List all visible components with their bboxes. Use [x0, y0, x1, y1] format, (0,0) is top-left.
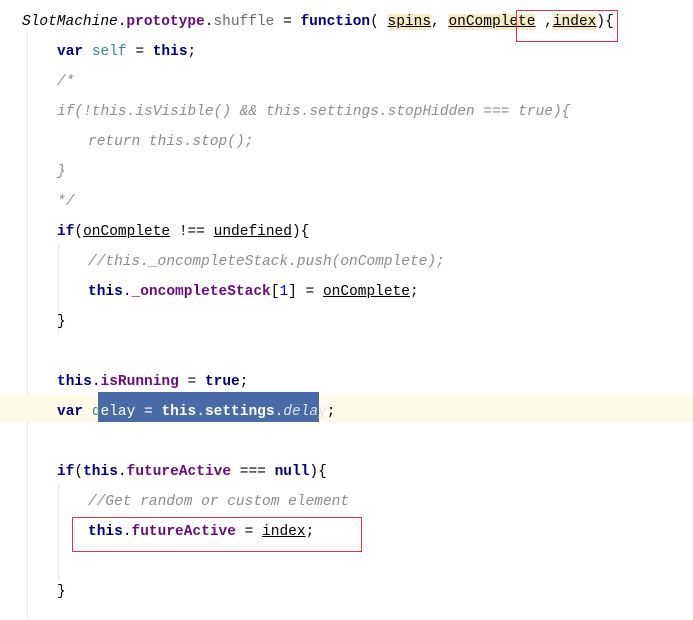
- code-token: ===: [231, 464, 275, 480]
- code-token: //this._oncompleteStack.push(onComplete)…: [88, 254, 445, 270]
- code-token: ] =: [288, 284, 323, 300]
- code-token: this: [152, 44, 188, 60]
- code-token: if: [57, 464, 75, 480]
- code-token: _oncompleteStack: [131, 284, 271, 300]
- code-token: ){: [291, 224, 310, 240]
- code-token: !==: [170, 224, 214, 240]
- code-line[interactable]: /*: [57, 71, 74, 93]
- code-token: ;: [187, 44, 197, 60]
- code-line[interactable]: if(onComplete !== undefined){: [57, 221, 309, 243]
- code-token: ,: [431, 14, 449, 30]
- code-token: .: [91, 374, 101, 390]
- code-token: this: [88, 284, 123, 300]
- code-line[interactable]: this.isRunning = true;: [57, 371, 248, 393]
- code-token: .: [274, 404, 284, 420]
- code-token: (: [74, 224, 84, 240]
- code-token: 1: [279, 284, 289, 300]
- code-line[interactable]: //Get random or custom element: [88, 491, 349, 513]
- code-token: null: [274, 464, 310, 480]
- indent-guide: [27, 32, 28, 620]
- code-token: settings: [204, 404, 275, 420]
- code-line[interactable]: }: [57, 161, 66, 183]
- code-line[interactable]: this._oncompleteStack[1] = onComplete;: [88, 281, 419, 303]
- code-token: spins: [387, 14, 432, 30]
- code-token: }: [57, 584, 66, 600]
- code-line[interactable]: }: [57, 581, 66, 603]
- code-token: var: [57, 404, 92, 420]
- code-line[interactable]: var self = this;: [57, 41, 196, 63]
- code-token: SlotMachine: [22, 14, 118, 30]
- code-line[interactable]: return this.stop();: [88, 131, 253, 153]
- annotation-box-future-active: [72, 517, 362, 552]
- code-token: shuffle: [213, 14, 275, 30]
- code-line[interactable]: }: [57, 311, 66, 333]
- code-line[interactable]: if(!this.isVisible() && this.settings.st…: [57, 101, 570, 123]
- code-token: }: [57, 164, 66, 180]
- code-token: return this.stop();: [88, 134, 254, 150]
- code-token: (: [74, 464, 84, 480]
- code-token: //Get random or custom element: [88, 494, 350, 510]
- code-token: elay: [100, 404, 136, 420]
- code-token: this: [161, 404, 197, 420]
- code-token: */: [57, 194, 75, 210]
- code-token: .: [122, 284, 132, 300]
- code-token: futureActive: [126, 464, 232, 480]
- code-token: ;: [326, 404, 336, 420]
- code-token: =: [126, 44, 153, 60]
- code-token: onComplete: [322, 284, 410, 300]
- code-token: ){: [309, 464, 327, 480]
- code-token: this: [57, 374, 92, 390]
- code-token: var: [57, 44, 92, 60]
- annotation-box-index-param: [516, 10, 618, 42]
- code-token: prototype: [126, 14, 205, 30]
- code-token: self: [91, 44, 127, 60]
- code-token: d: [91, 404, 101, 420]
- code-line[interactable]: if(this.futureActive === null){: [57, 461, 327, 483]
- code-token: =: [274, 14, 301, 30]
- code-token: =: [178, 374, 205, 390]
- code-token: ;: [239, 374, 249, 390]
- code-line[interactable]: //this._oncompleteStack.push(onComplete)…: [88, 251, 445, 273]
- code-token: =: [135, 404, 162, 420]
- code-token: ;: [409, 284, 419, 300]
- code-token: isRunning: [100, 374, 179, 390]
- code-token: .: [196, 404, 205, 420]
- code-token: true: [204, 374, 240, 390]
- code-token: this: [83, 464, 118, 480]
- code-token: if(!this.isVisible() && this.settings.st…: [57, 104, 571, 120]
- code-line[interactable]: var delay = this.settings.delay;: [57, 401, 336, 423]
- code-line[interactable]: */: [57, 191, 74, 213]
- code-token: .: [117, 464, 127, 480]
- code-token: /*: [57, 74, 75, 90]
- code-token: function: [300, 14, 371, 30]
- code-token: if: [57, 224, 75, 240]
- code-token: (: [370, 14, 388, 30]
- code-token: delay: [283, 404, 327, 420]
- code-token: undefined: [213, 224, 292, 240]
- code-token: }: [57, 314, 66, 330]
- code-token: onComplete: [83, 224, 171, 240]
- indent-guide: [58, 484, 59, 580]
